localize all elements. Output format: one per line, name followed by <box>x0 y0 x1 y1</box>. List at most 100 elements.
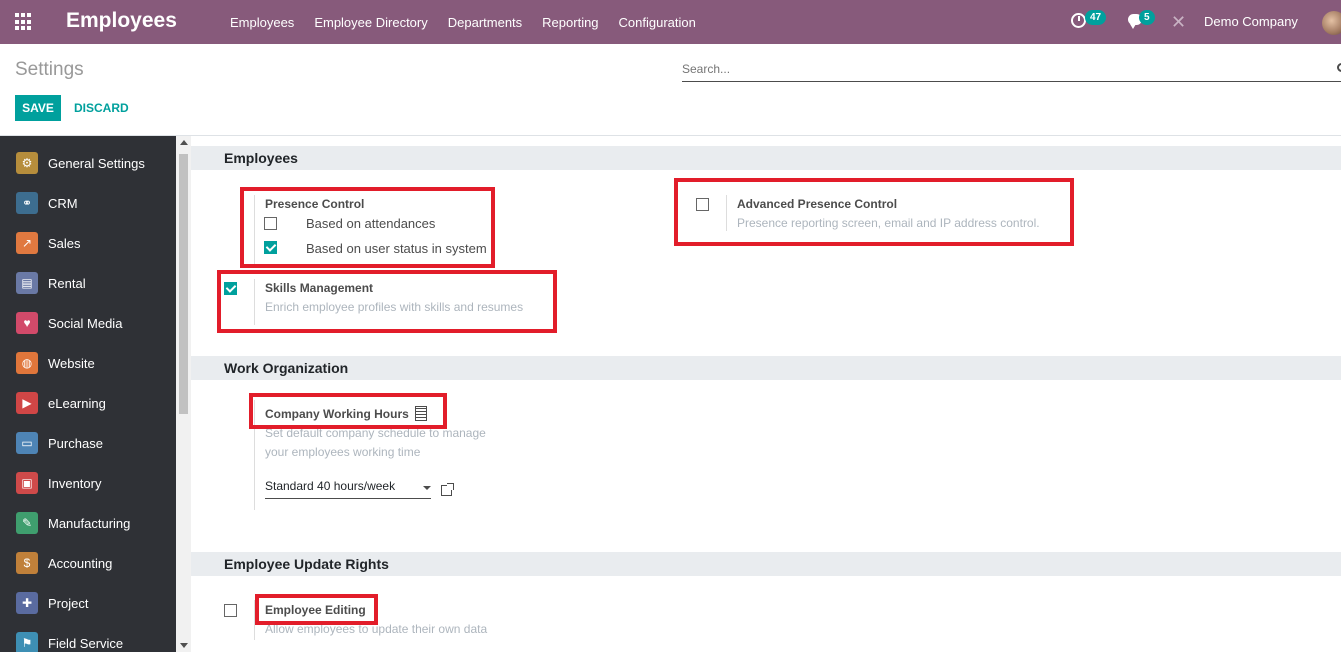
user-avatar[interactable] <box>1322 11 1341 35</box>
sidebar-item-social-media[interactable]: ♥ Social Media <box>0 303 176 343</box>
sidebar-item-website[interactable]: ◍ Website <box>0 343 176 383</box>
divider <box>254 279 255 325</box>
sidebar-item-field-service[interactable]: ⚑ Field Service <box>0 623 176 652</box>
section-update-rights-header: Employee Update Rights <box>191 552 1341 576</box>
scroll-down-arrow-icon[interactable] <box>180 643 188 648</box>
sidebar-item-purchase[interactable]: ▭ Purchase <box>0 423 176 463</box>
thumbs-up-icon: ♥ <box>16 312 38 334</box>
building-icon <box>415 406 427 421</box>
working-hours-value: Standard 40 hours/week <box>265 479 396 493</box>
skills-management-title: Skills Management <box>265 281 374 295</box>
menu-departments[interactable]: Departments <box>438 15 532 30</box>
divider <box>254 195 255 265</box>
menu-employee-directory[interactable]: Employee Directory <box>304 15 437 30</box>
sidebar-item-label: Accounting <box>48 555 113 571</box>
dollar-icon: $ <box>16 552 38 574</box>
skills-management-description: Enrich employee profiles with skills and… <box>265 300 524 314</box>
company-switcher[interactable]: Demo Company <box>1204 14 1298 29</box>
sidebar-item-label: Manufacturing <box>48 515 131 531</box>
sidebar-item-label: Inventory <box>48 475 102 491</box>
sidebar-item-rental[interactable]: ▤ Rental <box>0 263 176 303</box>
sidebar-item-crm[interactable]: ⚭ CRM <box>0 183 176 223</box>
purchase-icon: ▭ <box>16 432 38 454</box>
discard-button[interactable]: DISCARD <box>74 101 129 115</box>
sidebar-item-label: eLearning <box>48 395 106 411</box>
chevron-down-icon <box>423 486 431 490</box>
save-button[interactable]: SAVE <box>15 95 61 121</box>
employee-editing-description: Allow employees to update their own data <box>265 622 488 636</box>
menu-configuration[interactable]: Configuration <box>609 15 706 30</box>
advanced-presence-title: Advanced Presence Control <box>737 197 898 211</box>
section-title: Employee Update Rights <box>224 556 389 572</box>
divider <box>254 600 255 640</box>
sidebar-item-label: Project <box>48 595 89 611</box>
search-input[interactable] <box>682 62 1322 76</box>
menu-employees[interactable]: Employees <box>220 15 304 30</box>
top-navbar: Employees Employees Employee Directory D… <box>0 0 1341 44</box>
sidebar-item-project[interactable]: ✚ Project <box>0 583 176 623</box>
sidebar-item-general-settings[interactable]: ⚙ General Settings <box>0 143 176 183</box>
employee-editing-title: Employee Editing <box>265 603 366 617</box>
sidebar-item-inventory[interactable]: ▣ Inventory <box>0 463 176 503</box>
sidebar-item-label: Rental <box>48 275 86 291</box>
sidebar-scrollbar[interactable] <box>176 136 191 652</box>
rental-icon: ▤ <box>16 272 38 294</box>
working-hours-description-line2: your employees working time <box>265 445 421 459</box>
field-service-icon: ⚑ <box>16 632 38 652</box>
section-employees-header: Employees <box>191 146 1341 170</box>
sidebar-item-sales[interactable]: ↗ Sales <box>0 223 176 263</box>
message-count-badge: 5 <box>1139 10 1155 25</box>
scroll-thumb[interactable] <box>179 154 188 414</box>
section-title: Employees <box>224 150 298 166</box>
skills-management-checkbox[interactable] <box>224 282 237 295</box>
working-hours-description-line1: Set default company schedule to manage <box>265 426 486 440</box>
apps-menu-icon[interactable] <box>15 13 33 31</box>
highlight-box <box>674 178 1074 246</box>
company-working-hours-title: Company Working Hours <box>265 407 409 421</box>
activity-count-badge: 47 <box>1085 10 1107 25</box>
presence-attendances-label: Based on attendances <box>306 216 436 231</box>
advanced-presence-checkbox[interactable] <box>696 198 709 211</box>
sidebar-item-elearning[interactable]: ▶ eLearning <box>0 383 176 423</box>
section-work-organization-header: Work Organization <box>191 356 1341 380</box>
sidebar-item-label: Field Service <box>48 635 124 651</box>
main-menu: Employees Employee Directory Departments… <box>220 0 706 44</box>
page-title: Settings <box>15 59 84 80</box>
gear-icon: ⚙ <box>16 152 38 174</box>
handshake-icon: ⚭ <box>16 192 38 214</box>
scroll-up-arrow-icon[interactable] <box>180 140 188 145</box>
settings-sidebar: ⚙ General Settings ⚭ CRM ↗ Sales ▤ Renta… <box>0 136 176 652</box>
wrench-icon: ✎ <box>16 512 38 534</box>
sidebar-item-manufacturing[interactable]: ✎ Manufacturing <box>0 503 176 543</box>
working-hours-select[interactable]: Standard 40 hours/week <box>265 479 431 499</box>
sidebar-item-label: Sales <box>48 235 81 251</box>
search-icon[interactable] <box>1337 63 1341 72</box>
sidebar-item-accounting[interactable]: $ Accounting <box>0 543 176 583</box>
presence-attendances-checkbox[interactable] <box>264 217 277 230</box>
chart-icon: ↗ <box>16 232 38 254</box>
presence-user-status-label: Based on user status in system <box>306 241 487 256</box>
puzzle-icon: ✚ <box>16 592 38 614</box>
presence-user-status-checkbox[interactable] <box>264 241 277 254</box>
sidebar-item-label: Purchase <box>48 435 103 451</box>
globe-icon: ◍ <box>16 352 38 374</box>
divider <box>0 135 1341 136</box>
close-icon[interactable]: ✕ <box>1171 12 1186 33</box>
sidebar-item-label: CRM <box>48 195 78 211</box>
sidebar-item-label: General Settings <box>48 155 145 171</box>
sidebar-item-label: Social Media <box>48 315 123 331</box>
advanced-presence-description: Presence reporting screen, email and IP … <box>737 216 1040 230</box>
divider <box>254 400 255 510</box>
section-title: Work Organization <box>224 360 349 376</box>
elearning-icon: ▶ <box>16 392 38 414</box>
activity-clock-icon[interactable] <box>1071 13 1086 28</box>
presence-control-title: Presence Control <box>265 197 365 211</box>
search-bar <box>682 60 1341 82</box>
menu-reporting[interactable]: Reporting <box>532 15 608 30</box>
box-icon: ▣ <box>16 472 38 494</box>
employee-editing-checkbox[interactable] <box>224 604 237 617</box>
external-link-icon[interactable] <box>441 483 454 496</box>
app-title: Employees <box>66 9 177 32</box>
sidebar-item-label: Website <box>48 355 95 371</box>
divider <box>726 195 727 231</box>
